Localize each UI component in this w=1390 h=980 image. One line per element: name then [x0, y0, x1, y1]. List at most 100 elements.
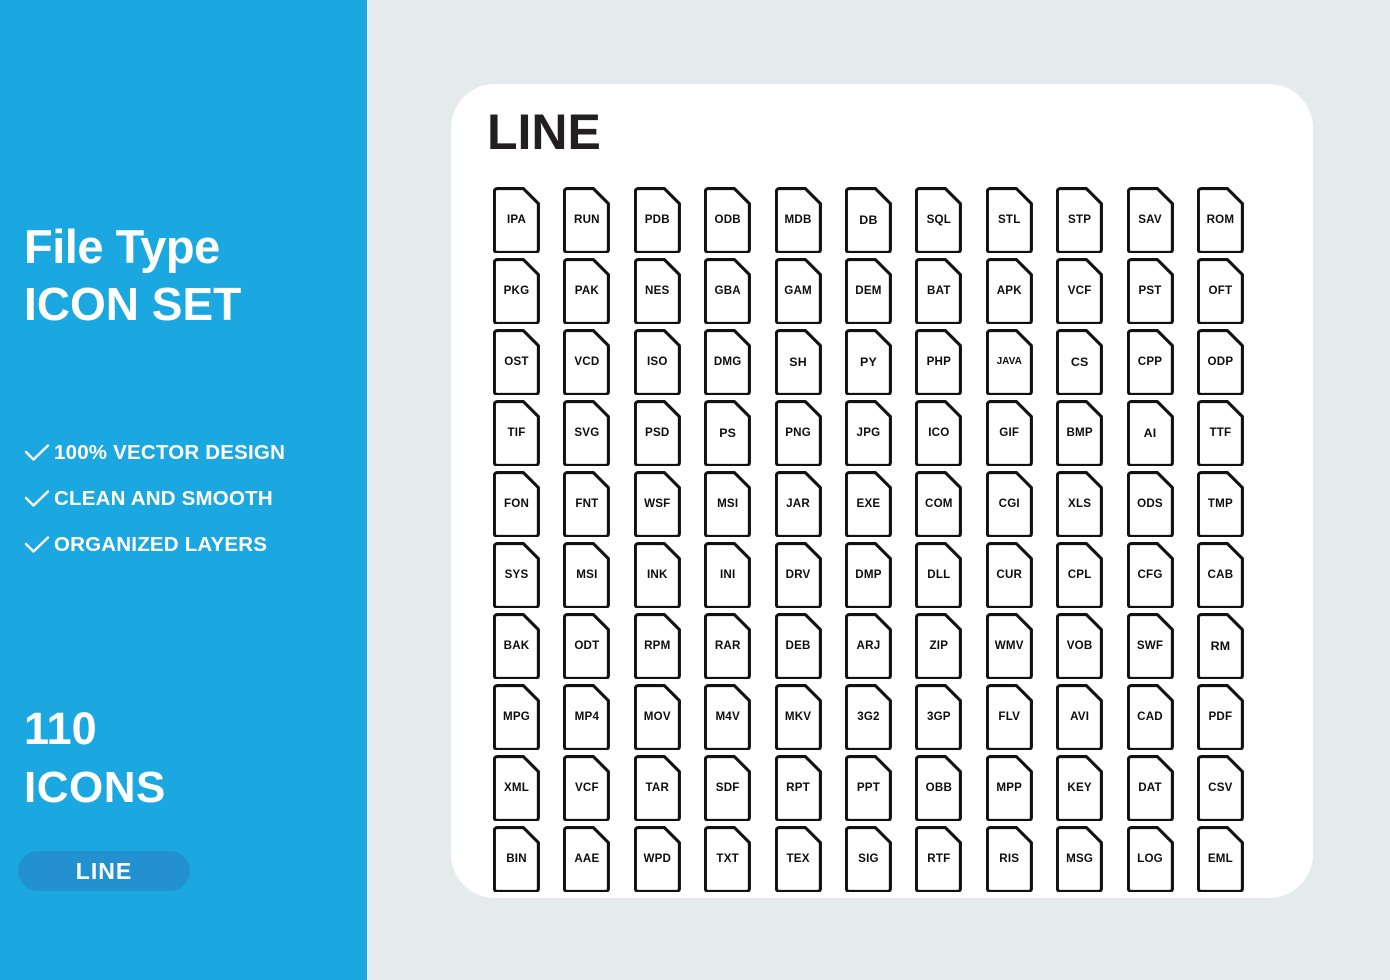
file-icon[interactable]: TXT [704, 826, 752, 892]
file-icon[interactable]: ICO [915, 400, 963, 466]
file-icon[interactable]: DLL [915, 542, 963, 608]
file-type-icon-cell[interactable]: GAM [774, 258, 845, 329]
file-icon[interactable]: PS [704, 400, 752, 466]
file-type-icon-cell[interactable]: SVG [563, 400, 633, 471]
file-icon[interactable]: DMP [844, 542, 892, 608]
file-type-icon-cell[interactable]: SYS [493, 542, 563, 613]
file-type-icon-cell[interactable]: PPT [844, 755, 915, 826]
file-icon[interactable]: PHP [915, 329, 963, 395]
file-icon[interactable]: VCD [563, 329, 611, 395]
file-icon[interactable]: MSG [1056, 826, 1104, 892]
file-type-icon-cell[interactable]: GIF [985, 400, 1056, 471]
file-icon[interactable]: SDF [704, 755, 752, 821]
file-type-icon-cell[interactable]: 3G2 [844, 684, 915, 755]
file-icon[interactable]: JAR [774, 471, 822, 537]
file-icon[interactable]: TTF [1196, 400, 1244, 466]
file-icon[interactable]: SVG [563, 400, 611, 466]
file-type-icon-cell[interactable]: NES [633, 258, 704, 329]
file-icon[interactable]: CPL [1056, 542, 1104, 608]
file-icon[interactable]: DEB [774, 613, 822, 679]
file-type-icon-cell[interactable]: JAR [774, 471, 845, 542]
file-icon[interactable]: ISO [633, 329, 681, 395]
file-type-icon-cell[interactable]: RPM [633, 613, 704, 684]
file-icon[interactable]: CGI [985, 471, 1033, 537]
file-type-icon-cell[interactable]: TMP [1196, 471, 1267, 542]
file-type-icon-cell[interactable]: DRV [774, 542, 845, 613]
file-type-icon-cell[interactable]: DEM [844, 258, 915, 329]
file-icon[interactable]: PST [1126, 258, 1174, 324]
file-type-icon-cell[interactable]: PST [1126, 258, 1197, 329]
file-icon[interactable]: IPA [493, 187, 540, 253]
file-icon[interactable]: ODT [563, 613, 611, 679]
file-type-icon-cell[interactable]: MSG [1056, 826, 1126, 897]
file-icon[interactable]: MPP [985, 755, 1033, 821]
file-icon[interactable]: CPP [1126, 329, 1174, 395]
file-type-icon-cell[interactable]: RIS [985, 826, 1056, 897]
file-type-icon-cell[interactable]: CFG [1126, 542, 1197, 613]
file-type-icon-cell[interactable]: MOV [633, 684, 704, 755]
file-icon[interactable]: INK [633, 542, 681, 608]
file-type-icon-cell[interactable]: EXE [844, 471, 915, 542]
file-icon[interactable]: FLV [985, 684, 1033, 750]
file-icon[interactable]: RPT [774, 755, 822, 821]
file-type-icon-cell[interactable]: PNG [774, 400, 845, 471]
file-icon[interactable]: PSD [633, 400, 681, 466]
file-type-icon-cell[interactable]: OBB [915, 755, 985, 826]
file-icon[interactable]: ODP [1196, 329, 1244, 395]
file-type-icon-cell[interactable]: RTF [915, 826, 985, 897]
file-type-icon-cell[interactable]: BAT [915, 258, 985, 329]
file-icon[interactable]: BAT [915, 258, 963, 324]
file-icon[interactable]: BMP [1056, 400, 1104, 466]
file-icon[interactable]: RPM [633, 613, 681, 679]
file-type-icon-cell[interactable]: OFT [1196, 258, 1267, 329]
file-type-icon-cell[interactable]: TTF [1196, 400, 1267, 471]
file-icon[interactable]: COM [915, 471, 963, 537]
file-type-icon-cell[interactable]: RM [1196, 613, 1267, 684]
file-icon[interactable]: WSF [633, 471, 681, 537]
file-type-icon-cell[interactable]: PDF [1196, 684, 1267, 755]
file-type-icon-cell[interactable]: FNT [563, 471, 633, 542]
file-icon[interactable]: MSI [704, 471, 752, 537]
file-icon[interactable]: LOG [1126, 826, 1174, 892]
file-icon[interactable]: CS [1056, 329, 1104, 395]
file-type-icon-cell[interactable]: VCD [563, 329, 633, 400]
file-icon[interactable]: SYS [493, 542, 540, 608]
file-type-icon-cell[interactable]: IPA [493, 187, 563, 258]
file-type-icon-cell[interactable]: VOB [1056, 613, 1126, 684]
file-icon[interactable]: RAR [704, 613, 752, 679]
file-type-icon-cell[interactable]: FLV [985, 684, 1056, 755]
file-icon[interactable]: FON [493, 471, 540, 537]
file-icon[interactable]: GAM [774, 258, 822, 324]
file-type-icon-cell[interactable]: PSD [633, 400, 704, 471]
file-type-icon-cell[interactable]: CGI [985, 471, 1056, 542]
file-type-icon-cell[interactable]: AAE [563, 826, 633, 897]
file-icon[interactable]: TAR [633, 755, 681, 821]
file-type-icon-cell[interactable]: CAD [1126, 684, 1197, 755]
file-icon[interactable]: PDB [633, 187, 681, 253]
file-icon[interactable]: XLS [1056, 471, 1104, 537]
file-type-icon-cell[interactable]: TEX [774, 826, 845, 897]
file-type-icon-cell[interactable]: GBA [704, 258, 774, 329]
file-icon[interactable]: M4V [704, 684, 752, 750]
file-icon[interactable]: MSI [563, 542, 611, 608]
file-icon[interactable]: MDB [774, 187, 822, 253]
file-icon[interactable]: RTF [915, 826, 963, 892]
file-type-icon-cell[interactable]: CPP [1126, 329, 1197, 400]
file-icon[interactable]: OBB [915, 755, 963, 821]
file-type-icon-cell[interactable]: INK [633, 542, 704, 613]
file-icon[interactable]: PPT [844, 755, 892, 821]
file-type-icon-cell[interactable]: OST [493, 329, 563, 400]
file-type-icon-cell[interactable]: CPL [1056, 542, 1126, 613]
file-type-icon-cell[interactable]: XLS [1056, 471, 1126, 542]
file-icon[interactable]: PNG [774, 400, 822, 466]
file-type-icon-cell[interactable]: PKG [493, 258, 563, 329]
file-icon[interactable]: 3GP [915, 684, 963, 750]
file-type-icon-cell[interactable]: PAK [563, 258, 633, 329]
file-type-icon-cell[interactable]: ZIP [915, 613, 985, 684]
file-icon[interactable]: SIG [844, 826, 892, 892]
file-type-icon-cell[interactable]: PHP [915, 329, 985, 400]
file-type-icon-cell[interactable]: ODB [704, 187, 774, 258]
file-icon[interactable]: OFT [1196, 258, 1244, 324]
file-type-icon-cell[interactable]: PDB [633, 187, 704, 258]
file-type-icon-cell[interactable]: ODT [563, 613, 633, 684]
